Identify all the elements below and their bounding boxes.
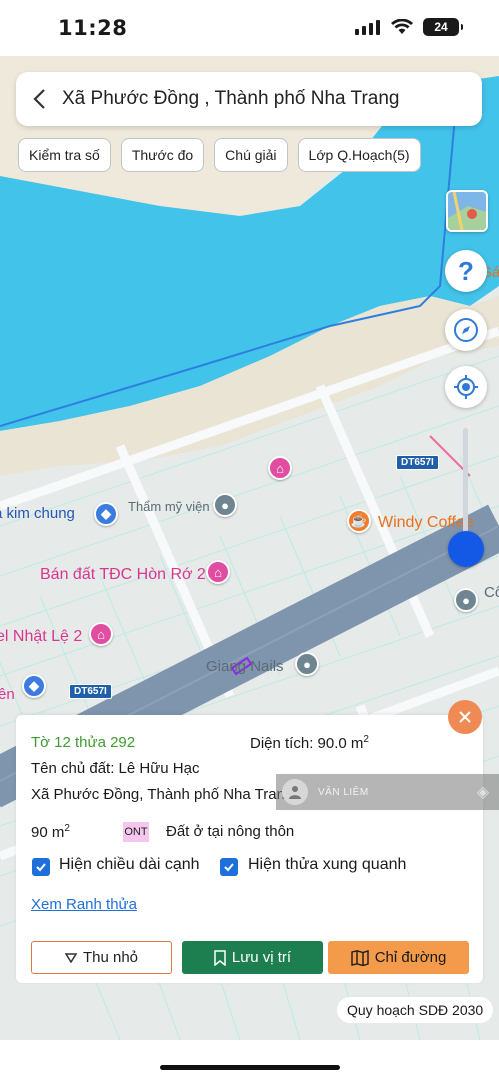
cafe-poi-icon[interactable]: ☕: [347, 509, 371, 533]
signal-icon: [355, 20, 380, 35]
opacity-slider-knob[interactable]: [448, 531, 484, 567]
land-size-text: 90 m: [31, 824, 65, 841]
wifi-icon: [391, 19, 413, 34]
bottom-bar: [0, 1040, 499, 1080]
shop-west-poi-icon[interactable]: ◆: [22, 674, 46, 698]
label-windy-coffee[interactable]: Windy Coffee: [378, 514, 474, 532]
label-edge-co: Cô: [484, 584, 499, 601]
land-size-unit: 2: [64, 823, 70, 834]
bookmark-icon: [214, 949, 226, 966]
hotel-nhat-le-poi-icon[interactable]: ⌂: [89, 622, 113, 646]
help-button[interactable]: ?: [445, 250, 487, 292]
parcel-area: Diện tích: 90.0 m2: [250, 734, 369, 752]
check-icon: [224, 863, 234, 872]
map-fold-icon: [351, 949, 369, 966]
chip-chu-giai[interactable]: Chú giải: [214, 138, 288, 172]
compass-icon: [454, 318, 478, 342]
chevron-left-icon: [33, 89, 45, 109]
compass-button[interactable]: [445, 309, 487, 351]
map-type-button[interactable]: [446, 190, 488, 232]
chip-kiem-tra-so[interactable]: Kiểm tra số: [18, 138, 111, 172]
label-ban-dat[interactable]: Bán đất TĐC Hòn Rớ 2: [40, 566, 206, 584]
chip-thuoc-do[interactable]: Thước đo: [120, 138, 205, 172]
chip-lop-quy-hoach[interactable]: Lớp Q.Hoạch(5): [297, 138, 421, 172]
label-edge-en: ên: [0, 686, 15, 703]
parcel-address: Xã Phước Đồng, Thành phố Nha Trang: [31, 786, 294, 803]
label-tham-my-vien[interactable]: Thẩm mỹ viện: [128, 499, 210, 514]
battery-icon: 24: [423, 18, 463, 36]
land-size: 90 m2: [31, 823, 70, 841]
shop-poi-icon[interactable]: ◆: [94, 502, 118, 526]
land-type: Đất ở tại nông thôn: [166, 823, 295, 840]
crosshair-icon: [454, 375, 478, 399]
watermark-name: VĂN LIÊM: [318, 786, 369, 798]
person-icon: [289, 786, 301, 799]
map-layer-icon: [448, 192, 486, 230]
home-indicator[interactable]: [160, 1065, 340, 1070]
watermark-logo-icon: ◈: [476, 784, 489, 801]
planning-layer-badge[interactable]: Quy hoạch SDĐ 2030: [337, 997, 494, 1023]
road-shield-dt657i-west: DT657I: [69, 684, 112, 699]
close-icon: [459, 711, 471, 723]
parcel-number: Tờ 12 thửa 292: [31, 734, 136, 751]
triangle-down-icon: [64, 952, 77, 963]
back-button[interactable]: [16, 72, 62, 126]
save-location-label: Lưu vị trí: [231, 949, 292, 966]
label-nhat-le[interactable]: el Nhật Lệ 2: [0, 628, 82, 646]
my-location-button[interactable]: [445, 366, 487, 408]
watermark-avatar: [282, 779, 308, 805]
status-time: 11:28: [58, 16, 128, 40]
search-bar[interactable]: Xã Phước Đồng , Thành phố Nha Trang: [16, 72, 482, 126]
parcel-area-unit: 2: [363, 734, 369, 745]
tool-chips: Kiểm tra số Thước đo Chú giải Lớp Q.Hoạc…: [18, 138, 421, 172]
check-icon: [36, 863, 46, 872]
label-kim-chung[interactable]: a kim chung: [0, 505, 75, 522]
owner-name: Tên chủ đất: Lê Hữu Hạc: [31, 760, 200, 777]
place-east-poi-icon[interactable]: ●: [454, 588, 478, 612]
close-panel-button[interactable]: [448, 700, 482, 734]
beauty-poi-icon[interactable]: ●: [213, 493, 237, 517]
location-title[interactable]: Xã Phước Đồng , Thành phố Nha Trang: [62, 88, 399, 110]
save-location-button[interactable]: Lưu vị trí: [182, 941, 323, 974]
checkbox-edge-lengths[interactable]: [32, 858, 50, 876]
parcel-area-text: Diện tích: 90.0 m: [250, 735, 364, 752]
land-code-badge: ONT: [123, 822, 149, 842]
road-shield-dt657i-east: DT657I: [396, 455, 439, 470]
nails-poi-icon[interactable]: ●: [295, 652, 319, 676]
shrink-button[interactable]: Thu nhỏ: [31, 941, 172, 974]
status-bar: 11:28 24: [0, 0, 499, 56]
hotel-poi-icon[interactable]: ⌂: [268, 456, 292, 480]
watermark: VĂN LIÊM ◈: [276, 774, 499, 810]
checkbox-edge-lengths-label[interactable]: Hiện chiều dài cạnh: [59, 856, 200, 874]
land-sale-poi-icon[interactable]: ⌂: [206, 560, 230, 584]
directions-button[interactable]: Chỉ đường: [328, 941, 469, 974]
shrink-button-label: Thu nhỏ: [82, 949, 139, 966]
status-icons: 24: [355, 18, 463, 36]
label-giang-nails[interactable]: Giang Nails: [206, 658, 284, 675]
view-boundary-link[interactable]: Xem Ranh thửa: [31, 896, 137, 913]
checkbox-neighbor-parcels[interactable]: [220, 858, 238, 876]
checkbox-neighbor-parcels-label[interactable]: Hiện thửa xung quanh: [248, 856, 406, 874]
directions-label: Chỉ đường: [374, 949, 447, 966]
